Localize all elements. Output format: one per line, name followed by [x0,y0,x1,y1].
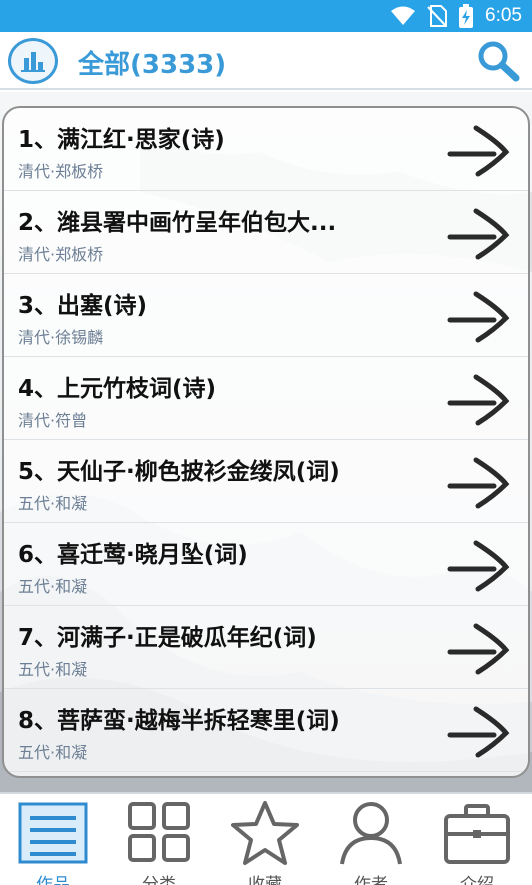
arrow-right-icon [447,291,510,343]
poem-author: 五代·和凝 [18,577,88,596]
poem-author: 清代·郑板桥 [18,245,104,264]
page-title: 全部(3333) [78,50,227,80]
nav-about[interactable]: 介绍 [424,794,530,885]
list-item[interactable]: 6、喜迁莺·晓月坠(词) 五代·和凝 [4,523,528,606]
list-icon [18,802,88,864]
nav-label: 收藏 [248,875,282,885]
nav-categories[interactable]: 分类 [106,794,212,885]
nav-works[interactable]: 作品 [0,794,106,885]
search-button[interactable] [474,38,522,84]
list-item[interactable]: 3、出塞(诗) 清代·徐锡麟 [4,274,528,357]
nav-authors[interactable]: 作者 [318,794,424,885]
content-area: 1、满江红·思家(诗) 清代·郑板桥 2、潍县署中画竹呈年伯包大... 清代·郑… [0,92,532,792]
list-item[interactable]: 2、潍县署中画竹呈年伯包大... 清代·郑板桥 [4,191,528,274]
poem-title: 4、上元竹枝词(诗) [18,376,217,402]
arrow-right-icon [447,125,510,177]
nav-favorites[interactable]: 收藏 [212,794,318,885]
poem-author: 五代·和凝 [18,494,88,513]
arrow-right-icon [447,540,510,592]
briefcase-icon [444,804,510,864]
bottom-nav: 作品 分类 收藏 作者 介绍 [0,792,532,885]
poem-author: 清代·郑板桥 [18,162,104,181]
list-item[interactable]: 8、菩萨蛮·越梅半拆轻寒里(词) 五代·和凝 [4,689,528,772]
poem-title: 8、菩萨蛮·越梅半拆轻寒里(词) [18,708,340,734]
arrow-right-icon [447,706,510,758]
poem-title: 1、满江红·思家(诗) [18,127,225,153]
list-item[interactable]: 7、河满子·正是破瓜年纪(词) 五代·和凝 [4,606,528,689]
poem-author: 五代·和凝 [18,743,88,762]
arrow-right-icon [447,457,510,509]
list-item[interactable]: 5、天仙子·柳色披衫金缕凤(词) 五代·和凝 [4,440,528,523]
arrow-right-icon [447,208,510,260]
list-item[interactable]: 1、满江红·思家(诗) 清代·郑板桥 [4,108,528,191]
nav-label: 作者 [354,875,388,885]
nav-label: 分类 [142,875,176,885]
no-sim-icon [427,5,448,27]
nav-label: 介绍 [460,875,494,885]
battery-charging-icon [459,4,474,28]
list-item[interactable]: 4、上元竹枝词(诗) 清代·符曾 [4,357,528,440]
arrow-right-icon [447,374,510,426]
grid-icon [128,802,190,862]
arrow-right-icon [447,623,510,675]
poem-title: 3、出塞(诗) [18,293,148,319]
poem-list: 1、满江红·思家(诗) 清代·郑板桥 2、潍县署中画竹呈年伯包大... 清代·郑… [2,106,530,778]
poem-author: 清代·徐锡麟 [18,328,104,347]
status-bar: 6:05 [0,0,532,32]
app-header: 全部(3333) [0,32,532,90]
poem-author: 清代·符曾 [18,411,88,430]
wifi-icon [391,6,416,26]
poem-title: 7、河满子·正是破瓜年纪(词) [18,625,317,651]
poem-title: 6、喜迁莺·晓月坠(词) [18,542,248,568]
search-icon [478,41,520,82]
status-time: 6:05 [485,5,522,26]
chart-button[interactable] [8,38,58,84]
chart-icon [21,52,45,72]
nav-label: 作品 [36,875,70,885]
poem-title: 2、潍县署中画竹呈年伯包大... [18,210,337,236]
poem-author: 五代·和凝 [18,660,88,679]
person-icon [340,802,402,865]
poem-title: 5、天仙子·柳色披衫金缕凤(词) [18,459,340,485]
star-icon [231,801,299,865]
